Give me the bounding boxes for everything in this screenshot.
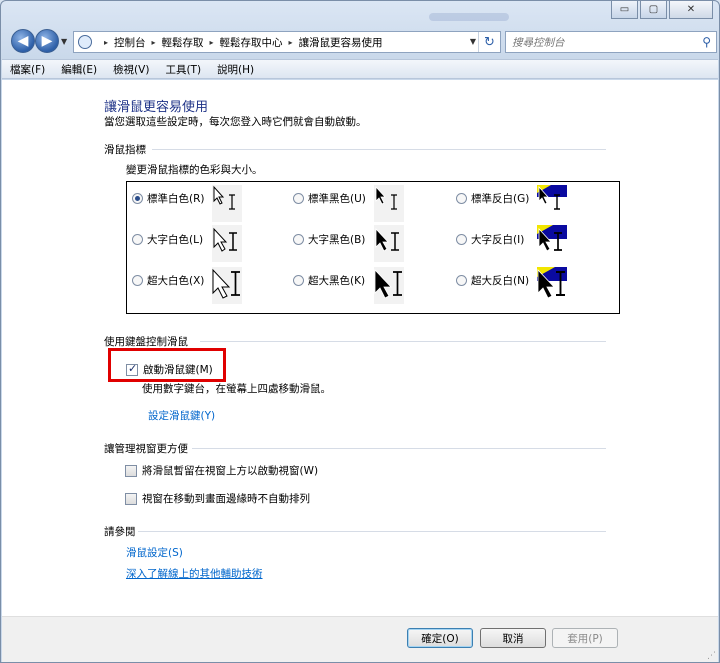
chevron-right-icon: ▸ <box>209 37 214 47</box>
menu-tools[interactable]: 工具(T) <box>165 62 201 77</box>
navigation-bar: ◀ ▶ ▼ ▸ 控制台 ▸ 輕鬆存取 ▸ 輕鬆存取中心 ▸ 讓滑鼠更容易使用 ▼… <box>7 29 717 55</box>
search-icon[interactable]: ⚲ <box>702 35 711 49</box>
hover-activate-checkbox-row[interactable]: 將滑鼠暫留在視窗上方以啟動視窗(W) <box>125 463 318 478</box>
radio-button[interactable] <box>456 234 467 245</box>
recent-pages-dropdown-icon[interactable]: ▼ <box>61 37 67 46</box>
pointer-option-label: 大字白色(L) <box>147 234 204 246</box>
pointer-preview-standard-white <box>212 185 242 222</box>
back-button[interactable]: ◀ <box>11 29 35 53</box>
resize-grip-icon[interactable]: ⋰ <box>707 651 716 661</box>
address-dropdown-icon[interactable]: ▼ <box>470 37 476 46</box>
pointer-preview-standard-inverse <box>537 185 567 222</box>
chevron-right-icon: ▸ <box>104 37 109 47</box>
section-divider <box>138 531 606 532</box>
forward-button[interactable]: ▶ <box>35 29 59 53</box>
menu-help[interactable]: 說明(H) <box>217 62 254 77</box>
pointer-preview-large-inverse <box>537 225 567 262</box>
page-title: 讓滑鼠更容易使用 <box>104 100 209 115</box>
breadcrumb-item-ease-of-access-center[interactable]: 輕鬆存取中心 <box>220 35 283 50</box>
pointer-option-xlarge-black[interactable]: 超大黑色(K) <box>293 273 365 288</box>
minimize-button[interactable]: ▭ <box>611 1 638 19</box>
dialog-footer: 確定(O) 取消 套用(P) ⋰ <box>2 616 718 662</box>
pointer-preview-xlarge-black <box>374 267 404 304</box>
pointer-preview-large-white <box>212 225 242 262</box>
radio-button[interactable] <box>293 193 304 204</box>
radio-button[interactable] <box>293 234 304 245</box>
address-bar[interactable]: ▸ 控制台 ▸ 輕鬆存取 ▸ 輕鬆存取中心 ▸ 讓滑鼠更容易使用 ▼ ↻ <box>73 31 501 53</box>
pointer-preview-xlarge-inverse <box>537 267 567 304</box>
radio-button[interactable] <box>132 234 143 245</box>
pointer-preview-xlarge-white <box>212 267 242 304</box>
setup-mousekeys-link[interactable]: 設定滑鼠鍵(Y) <box>148 408 215 423</box>
section-divider <box>192 448 606 449</box>
close-button[interactable]: ✕ <box>669 1 713 19</box>
menu-edit[interactable]: 編輯(E) <box>61 62 97 77</box>
ok-button[interactable]: 確定(O) <box>407 628 473 648</box>
prevent-snap-checkbox[interactable] <box>125 492 137 505</box>
pointer-option-label: 超大白色(X) <box>147 275 205 287</box>
section-heading-pointers: 滑鼠指標 <box>104 144 146 156</box>
highlight-annotation <box>108 348 226 382</box>
menu-file[interactable]: 檔案(F) <box>10 62 45 77</box>
chevron-right-icon: ▸ <box>288 37 293 47</box>
chevron-right-icon: ▸ <box>151 37 156 47</box>
pointer-preview-standard-black <box>374 185 404 222</box>
radio-button[interactable] <box>132 193 143 204</box>
prevent-snap-label: 視窗在移動到畫面邊緣時不自動排列 <box>142 493 310 505</box>
hover-activate-checkbox[interactable] <box>125 464 137 477</box>
cancel-button[interactable]: 取消 <box>480 628 546 648</box>
mouse-settings-link[interactable]: 滑鼠設定(S) <box>126 545 183 560</box>
pointer-option-large-white[interactable]: 大字白色(L) <box>132 232 203 247</box>
radio-button[interactable] <box>293 275 304 286</box>
radio-button[interactable] <box>132 275 143 286</box>
section-divider <box>152 149 606 150</box>
pointer-option-label: 大字黑色(B) <box>308 234 366 246</box>
page-subtitle: 當您選取這些設定時，每次您登入時它們就會自動啟動。 <box>104 116 367 128</box>
window-controls: ▭ ▢ ✕ <box>611 1 713 19</box>
window: ▭ ▢ ✕ ◀ ▶ ▼ ▸ 控制台 ▸ 輕鬆存取 ▸ 輕鬆存取中心 ▸ 讓滑鼠更… <box>0 0 720 663</box>
pointer-option-standard-black[interactable]: 標準黑色(U) <box>293 191 366 206</box>
pointer-option-xlarge-inverse[interactable]: 超大反白(N) <box>456 273 529 288</box>
hover-activate-label: 將滑鼠暫留在視窗上方以啟動視窗(W) <box>142 465 319 477</box>
menu-bar: 檔案(F) 編輯(E) 檢視(V) 工具(T) 說明(H) <box>2 59 718 79</box>
pointer-option-xlarge-white[interactable]: 超大白色(X) <box>132 273 204 288</box>
radio-button[interactable] <box>456 275 467 286</box>
online-assistive-tech-link[interactable]: 深入了解線上的其他輔助技術 <box>126 566 263 581</box>
pointer-option-label: 標準白色(R) <box>147 193 205 205</box>
maximize-button[interactable]: ▢ <box>640 1 667 19</box>
breadcrumb-item-current[interactable]: 讓滑鼠更容易使用 <box>299 35 383 50</box>
pointer-option-label: 大字反白(I) <box>471 234 525 246</box>
window-title-blur <box>429 13 509 21</box>
pointer-preview-large-black <box>374 225 404 262</box>
section-heading-window-management: 讓管理視窗更方便 <box>104 443 188 455</box>
main-content: 讓滑鼠更容易使用 當您選取這些設定時，每次您登入時它們就會自動啟動。 滑鼠指標 … <box>2 80 718 616</box>
pointer-option-standard-white[interactable]: 標準白色(R) <box>132 191 205 206</box>
pointer-option-standard-inverse[interactable]: 標準反白(G) <box>456 191 529 206</box>
pointer-option-label: 標準黑色(U) <box>308 193 366 205</box>
pointer-option-label: 標準反白(G) <box>471 193 530 205</box>
mousekeys-description: 使用數字鍵台，在螢幕上四處移動滑鼠。 <box>142 383 331 395</box>
prevent-snap-checkbox-row[interactable]: 視窗在移動到畫面邊緣時不自動排列 <box>125 491 310 506</box>
breadcrumb-item-control-panel[interactable]: 控制台 <box>114 35 146 50</box>
pointers-description: 變更滑鼠指標的色彩與大小。 <box>126 164 263 176</box>
refresh-icon[interactable]: ↻ <box>478 32 500 52</box>
breadcrumb-item-ease-of-access[interactable]: 輕鬆存取 <box>162 35 204 50</box>
control-panel-icon <box>78 35 92 49</box>
pointer-option-label: 超大黑色(K) <box>308 275 366 287</box>
radio-button[interactable] <box>456 193 467 204</box>
section-divider <box>200 341 606 342</box>
pointer-option-label: 超大反白(N) <box>471 275 530 287</box>
section-heading-see-also: 請參閱 <box>104 526 136 538</box>
pointer-option-large-black[interactable]: 大字黑色(B) <box>293 232 365 247</box>
pointer-option-large-inverse[interactable]: 大字反白(I) <box>456 232 524 247</box>
menu-view[interactable]: 檢視(V) <box>113 62 149 77</box>
breadcrumb: ▸ 控制台 ▸ 輕鬆存取 ▸ 輕鬆存取中心 ▸ 讓滑鼠更容易使用 <box>98 35 383 50</box>
search-input[interactable]: 搜尋控制台 ⚲ <box>505 31 717 53</box>
search-placeholder: 搜尋控制台 <box>512 37 565 49</box>
apply-button[interactable]: 套用(P) <box>552 628 618 648</box>
section-heading-keyboard: 使用鍵盤控制滑鼠 <box>104 336 188 348</box>
pointer-scheme-list: 標準白色(R) 標準黑色(U) 標準反白(G) 大字白色(L) 大字黑色(B) … <box>126 181 620 314</box>
